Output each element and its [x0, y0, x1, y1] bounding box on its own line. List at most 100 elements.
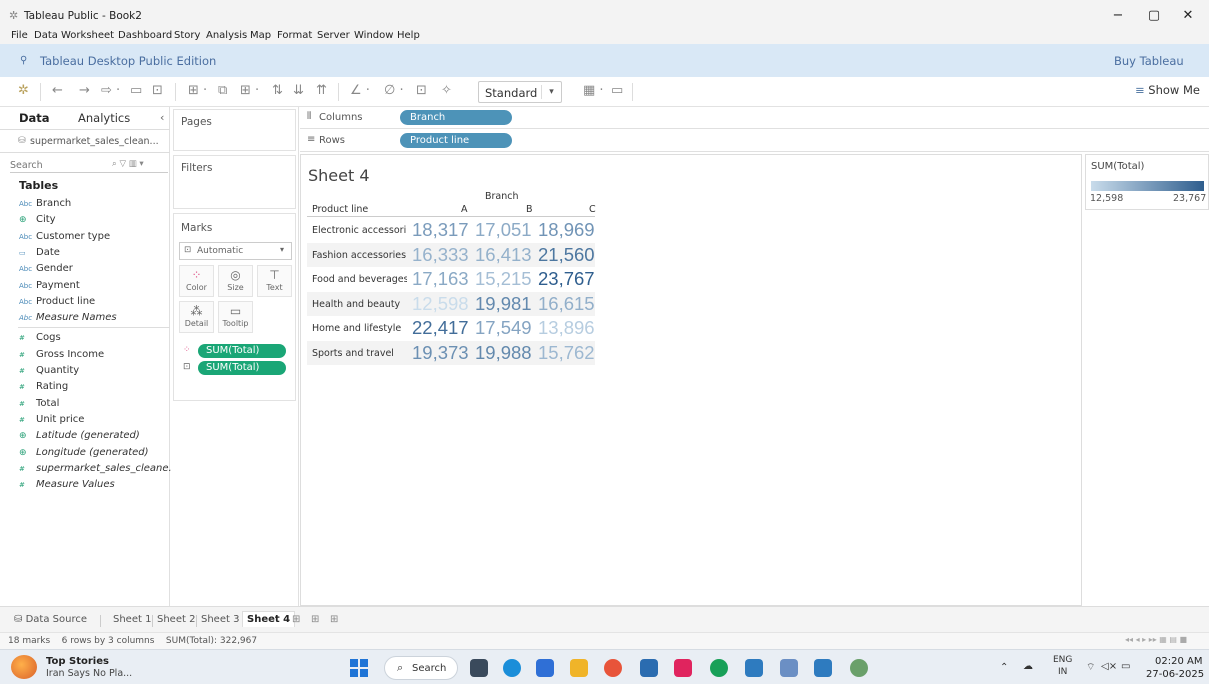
file-explorer-icon[interactable] — [570, 659, 588, 677]
view-canvas[interactable]: Sheet 4 Branch Product line A B C Electr… — [300, 154, 1082, 606]
buy-tableau-link[interactable]: Buy Tableau — [1114, 54, 1184, 68]
menu-story[interactable]: Story — [174, 30, 200, 41]
color-button[interactable]: ⁘ Color — [179, 265, 214, 297]
tooltip-button[interactable]: ▭ Tooltip — [218, 301, 253, 333]
language-region[interactable]: IN — [1058, 667, 1067, 677]
tab-sheet-4[interactable]: Sheet 4 — [242, 611, 296, 627]
menu-window[interactable]: Window — [354, 30, 393, 41]
task-view-icon[interactable] — [470, 659, 488, 677]
table-cell[interactable]: 13,896 — [538, 317, 595, 339]
maximize-button[interactable]: ▢ — [1136, 6, 1172, 26]
table-cell[interactable]: 17,549 — [475, 317, 532, 339]
field-item[interactable]: # Quantity — [19, 365, 79, 381]
product-line-row-pill[interactable]: Product line — [400, 133, 512, 148]
row-header[interactable]: Health and beauty — [312, 299, 407, 310]
data-source-tab[interactable]: ⛁ Data Source — [14, 612, 87, 628]
detail-button[interactable]: ⁂ Detail — [179, 301, 214, 333]
undo-icon[interactable]: ← — [52, 84, 63, 98]
field-item[interactable]: Abc Measure Names — [19, 312, 117, 328]
table-cell[interactable]: 22,417 — [412, 317, 469, 339]
table-cell[interactable]: 16,333 — [412, 244, 469, 266]
store-icon[interactable] — [640, 659, 658, 677]
column-header-a[interactable]: A — [461, 204, 468, 215]
field-item[interactable]: ⊕ Latitude (generated) — [19, 430, 140, 446]
new-worksheet-icon[interactable]: ⊞ · — [188, 84, 207, 98]
news-widget-icon[interactable] — [11, 655, 37, 679]
presentation-mode-icon[interactable]: ▭ — [611, 84, 623, 98]
menu-help[interactable]: Help — [397, 30, 420, 41]
row-header[interactable]: Sports and travel — [312, 348, 407, 359]
show-cards-icon[interactable]: ▦ · — [583, 84, 604, 98]
menu-data[interactable]: Data — [34, 30, 58, 41]
new-datasource-icon[interactable]: ⊡ — [152, 84, 163, 98]
duplicate-sheet-icon[interactable]: ⧉ — [218, 84, 227, 98]
tab-sheet-2[interactable]: Sheet 2 — [157, 612, 195, 628]
field-item[interactable]: # Unit price — [19, 414, 84, 430]
datasource-row[interactable]: ⛁ supermarket_sales_clean... — [0, 131, 170, 153]
clear-sheet-icon[interactable]: ⊞ · — [240, 84, 259, 98]
save-icon[interactable]: ▭ — [130, 84, 142, 98]
redo-icon[interactable]: → — [79, 84, 90, 98]
field-item[interactable]: Abc Product line — [19, 296, 95, 312]
field-item[interactable]: ⊕ Longitude (generated) — [19, 447, 149, 463]
show-labels-icon[interactable]: ⊡ — [416, 84, 427, 98]
rows-shelf[interactable]: ≡ Rows Product line — [300, 130, 1209, 152]
news-widget-headline[interactable]: Iran Says No Pla... — [46, 668, 132, 679]
table-cell[interactable]: 15,762 — [538, 342, 595, 364]
text-button[interactable]: ⊤ Text — [257, 265, 292, 297]
column-group-header[interactable]: Branch — [485, 191, 519, 202]
clock-time[interactable]: 02:20 AM — [1155, 656, 1202, 667]
menu-analysis[interactable]: Analysis — [206, 30, 247, 41]
tab-sheet-1[interactable]: Sheet 1 — [113, 612, 151, 628]
table-cell[interactable]: 18,969 — [538, 219, 595, 241]
field-search-input[interactable] — [10, 159, 110, 172]
search-filter-icons[interactable]: ⌕ ▽ ▥ ▾ — [112, 159, 144, 169]
wifi-icon[interactable]: ⌔ — [1086, 661, 1095, 674]
branch-column-pill[interactable]: Branch — [400, 110, 512, 125]
table-cell[interactable]: 23,767 — [538, 268, 595, 290]
windows-start-icon[interactable] — [350, 659, 368, 677]
column-header-c[interactable]: C — [589, 204, 596, 215]
table-cell[interactable]: 15,215 — [475, 268, 532, 290]
sum-total-color-pill[interactable]: SUM(Total) — [198, 344, 286, 358]
language-indicator[interactable]: ENG — [1053, 655, 1072, 665]
table-cell[interactable]: 16,413 — [475, 244, 532, 266]
field-item[interactable]: Abc Gender — [19, 263, 73, 279]
table-row[interactable]: Home and lifestyle 22,417 17,549 13,896 — [307, 316, 595, 340]
table-row[interactable]: Health and beauty 12,598 19,981 16,615 — [307, 291, 595, 316]
menu-format[interactable]: Format — [277, 30, 312, 41]
tableau-public-taskbar-icon[interactable] — [814, 659, 832, 677]
tab-data[interactable]: Data — [19, 111, 50, 125]
menu-file[interactable]: File — [11, 30, 28, 41]
swap-rows-columns-icon[interactable]: ⇅ — [272, 84, 283, 98]
clock-date[interactable]: 27-06-2025 — [1146, 669, 1204, 680]
table-cell[interactable]: 12,598 — [412, 293, 469, 315]
sum-total-text-pill[interactable]: SUM(Total) — [198, 361, 286, 375]
table-cell[interactable]: 19,988 — [475, 342, 532, 364]
new-dashboard-icon[interactable]: ⊞ — [311, 612, 319, 628]
table-cell[interactable]: 17,051 — [475, 219, 532, 241]
new-worksheet-icon[interactable]: ⊞ — [292, 612, 300, 628]
field-item[interactable]: ▭ Date — [19, 247, 60, 263]
sort-ascending-icon[interactable]: ⇊ — [293, 84, 304, 98]
row-header[interactable]: Home and lifestyle — [312, 323, 407, 334]
whatsapp-icon[interactable] — [710, 659, 728, 677]
table-cell[interactable]: 16,615 — [538, 293, 595, 315]
table-row[interactable]: Electronic accessori.. 18,317 17,051 18,969 — [307, 218, 595, 242]
sheet-title[interactable]: Sheet 4 — [308, 166, 370, 185]
tableau-taskbar-icon[interactable] — [745, 659, 763, 677]
replay-icon[interactable]: ⇨ · — [101, 84, 120, 98]
group-members-icon[interactable]: ∅ · — [384, 84, 404, 98]
app-icon[interactable] — [850, 659, 868, 677]
volume-icon[interactable]: ◁× — [1101, 661, 1117, 672]
show-me-button[interactable]: ≡ Show Me — [1135, 83, 1200, 97]
new-story-icon[interactable]: ⊞ — [330, 612, 338, 628]
table-row[interactable]: Fashion accessories 16,333 16,413 21,560 — [307, 242, 595, 267]
sheet-navigation-icons[interactable]: ◂◂ ◂ ▸ ▸▸ ▦ ▤ ■ — [1125, 635, 1187, 644]
filters-card[interactable]: Filters — [173, 155, 296, 209]
field-item[interactable]: # Rating — [19, 381, 68, 397]
table-cell[interactable]: 18,317 — [412, 219, 469, 241]
field-item[interactable]: # Total — [19, 398, 59, 414]
field-item[interactable]: Abc Payment — [19, 280, 80, 296]
table-cell[interactable]: 21,560 — [538, 244, 595, 266]
